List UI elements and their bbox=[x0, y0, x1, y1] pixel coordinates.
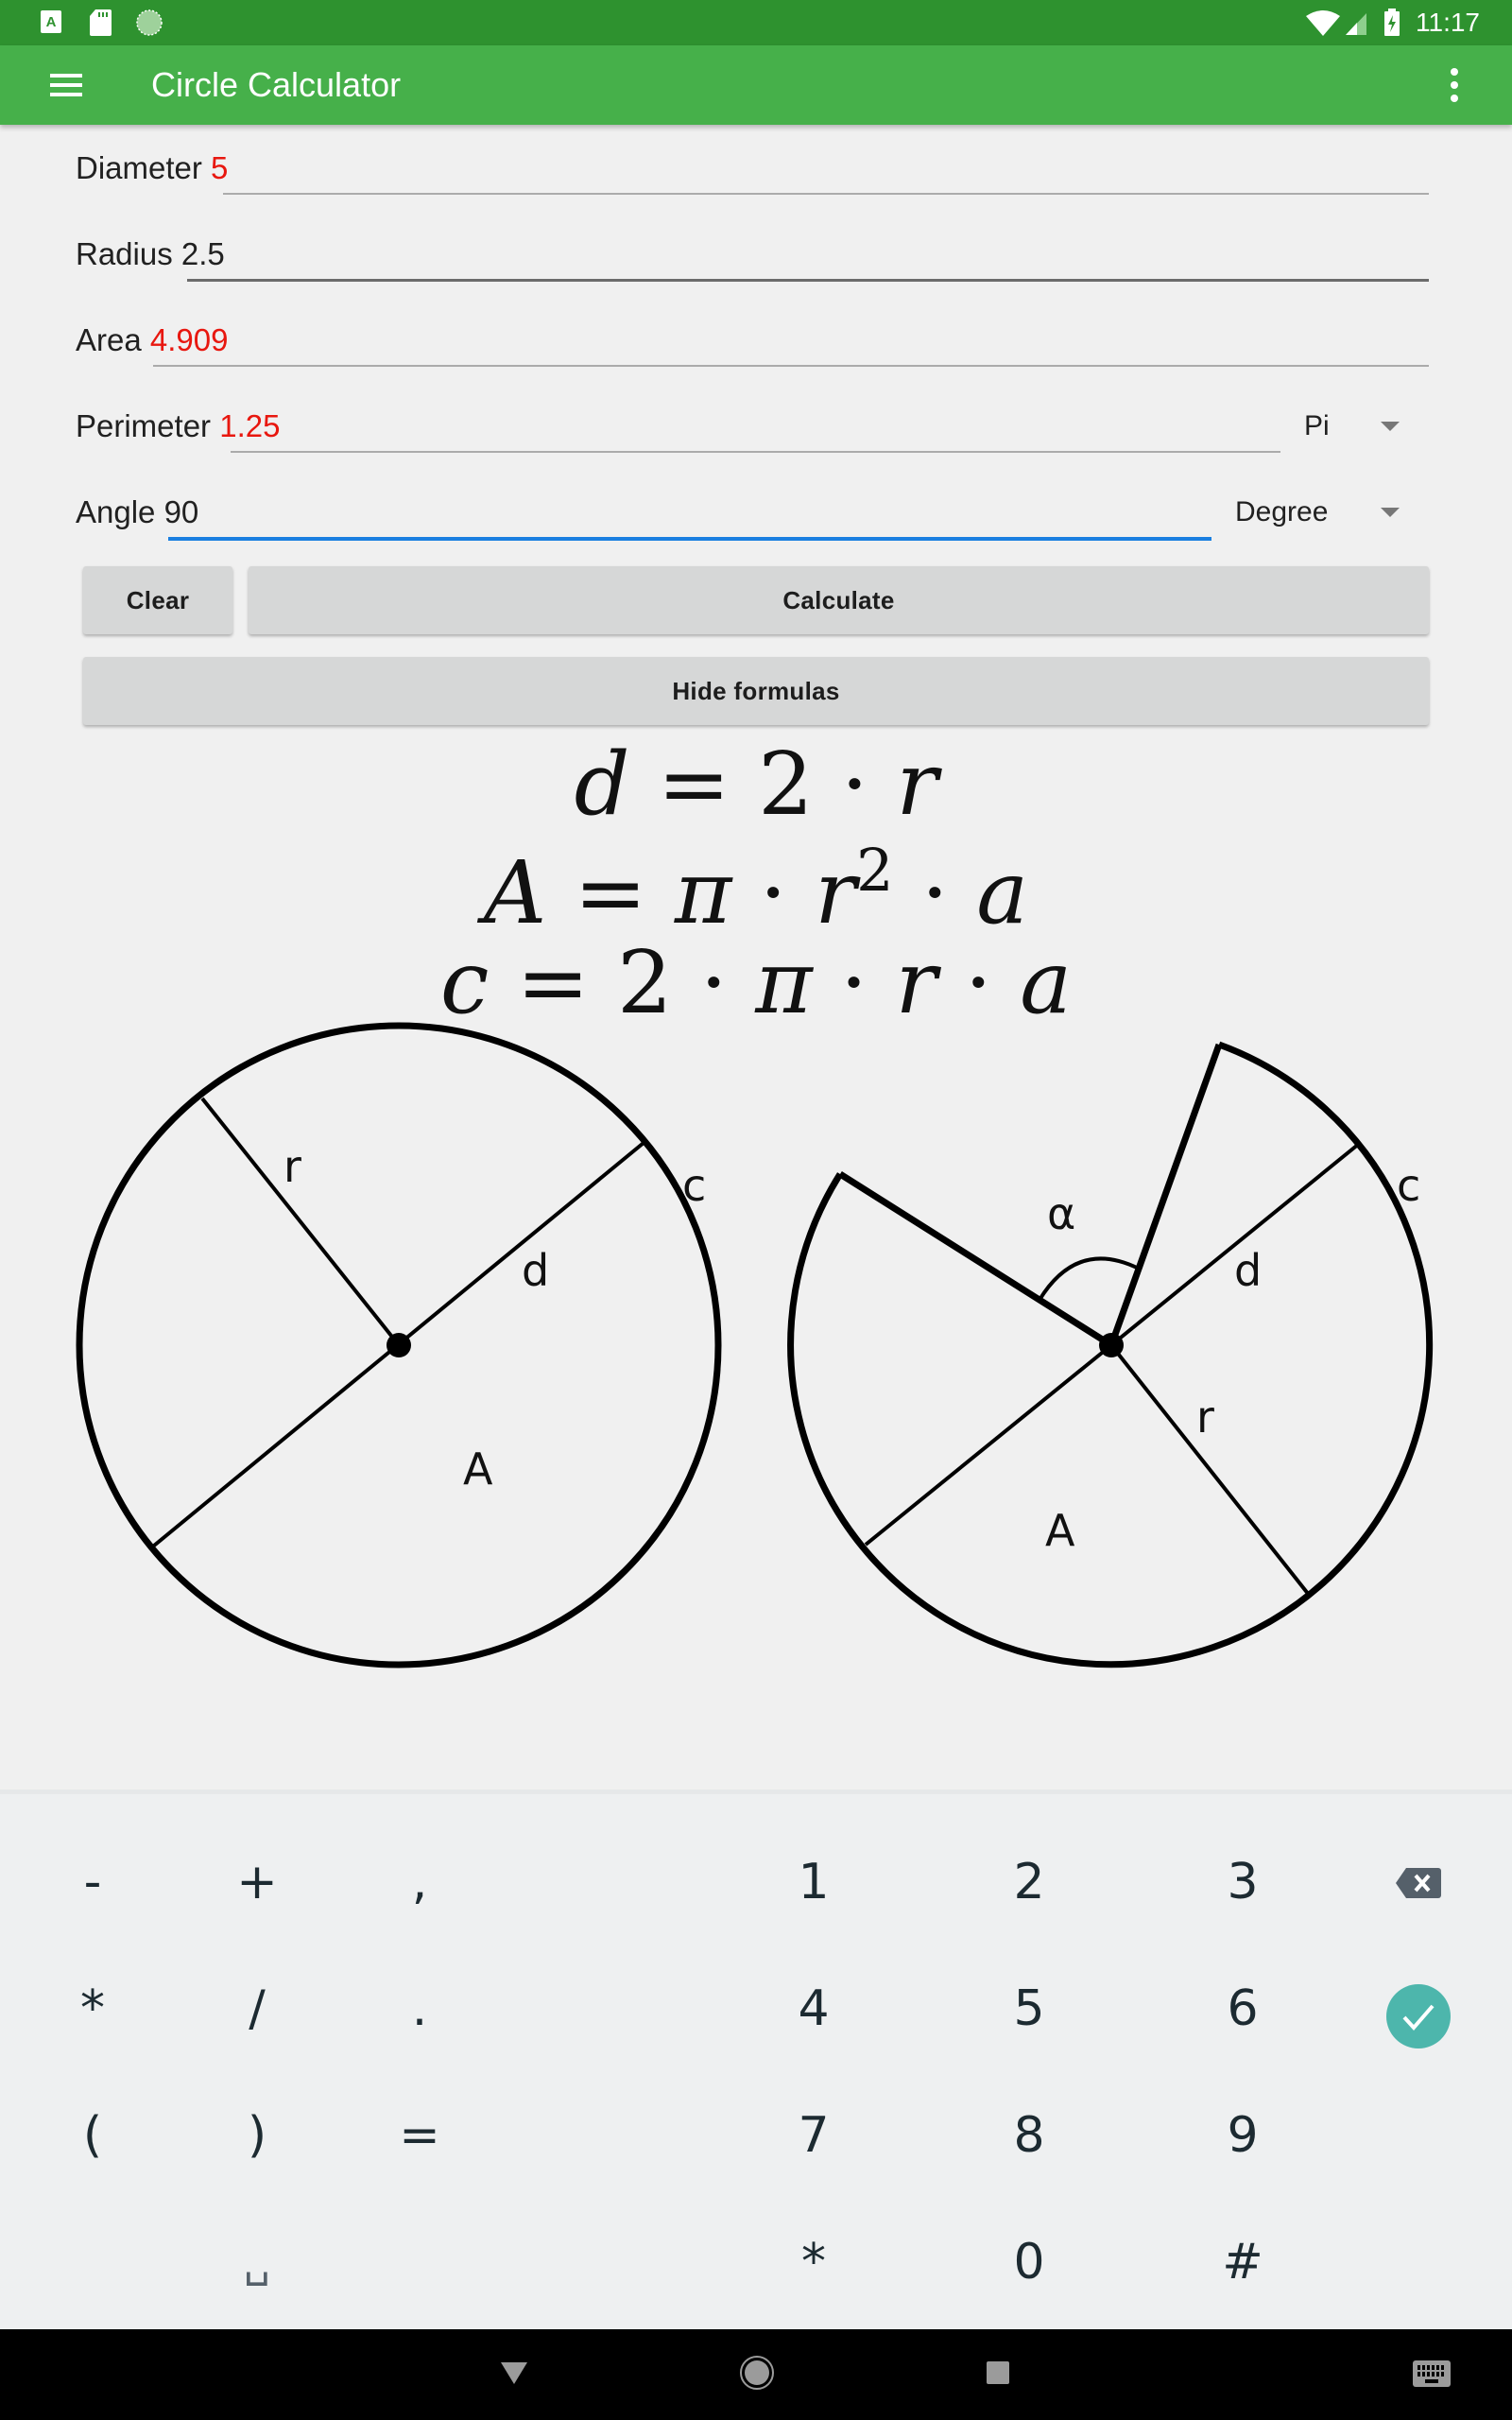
sector-diagram: α d c r A bbox=[787, 1041, 1434, 1668]
calculate-button[interactable]: Calculate bbox=[249, 566, 1429, 634]
label-r: r bbox=[284, 1141, 301, 1192]
key-period[interactable]: . bbox=[363, 1962, 476, 2056]
formula-term: a bbox=[976, 842, 1029, 943]
circle-diagrams: r d c A α d c r A bbox=[76, 1022, 1434, 1668]
battery-charging-icon bbox=[1384, 9, 1400, 36]
formula-term: 2 bbox=[758, 734, 814, 835]
key-5[interactable]: 5 bbox=[972, 1962, 1086, 2056]
label-d: d bbox=[1234, 1245, 1262, 1296]
radius-value[interactable]: 2.5 bbox=[181, 236, 225, 271]
label-c: c bbox=[682, 1160, 706, 1211]
perimeter-value[interactable]: 1.25 bbox=[219, 408, 280, 443]
diameter-value[interactable]: 5 bbox=[211, 150, 228, 185]
radius-field[interactable]: Radius 2.5 bbox=[76, 235, 225, 273]
diameter-label: Diameter bbox=[76, 150, 202, 185]
area-label: Area bbox=[76, 322, 142, 357]
radius-label: Radius bbox=[76, 236, 173, 271]
app-bar: Circle Calculator bbox=[0, 45, 1512, 125]
key-divide[interactable]: / bbox=[200, 1962, 314, 2056]
formula-term: r bbox=[815, 842, 857, 943]
recents-icon[interactable] bbox=[985, 2360, 1011, 2386]
formula-lhs: d bbox=[574, 734, 630, 835]
key-4[interactable]: 4 bbox=[757, 1962, 870, 2056]
sync-icon bbox=[136, 9, 163, 36]
full-circle-diagram: r d c A bbox=[76, 1022, 722, 1668]
angle-value[interactable]: 90 bbox=[164, 494, 199, 529]
key-minus[interactable]: - bbox=[36, 1835, 149, 1929]
keyboard-switch-icon[interactable] bbox=[1412, 2360, 1452, 2388]
perimeter-field[interactable]: Perimeter 1.25 bbox=[76, 407, 280, 445]
key-plus[interactable]: + bbox=[200, 1835, 314, 1929]
chevron-down-icon bbox=[1381, 508, 1400, 517]
label-A: A bbox=[1045, 1505, 1075, 1556]
navigation-bar bbox=[0, 2329, 1512, 2420]
angle-field[interactable]: Angle 90 bbox=[76, 493, 198, 531]
area-underline bbox=[153, 365, 1429, 367]
label-c: c bbox=[1397, 1160, 1420, 1211]
perimeter-unit-value: Pi bbox=[1304, 410, 1330, 441]
radius-line bbox=[1109, 1343, 1311, 1597]
label-d: d bbox=[522, 1245, 549, 1296]
angle-underline-focused bbox=[168, 537, 1211, 541]
angle-arc bbox=[1038, 1256, 1140, 1302]
keyboard-a-icon: A bbox=[41, 10, 61, 33]
key-star[interactable]: * bbox=[757, 2215, 870, 2309]
chevron-down-icon bbox=[1381, 422, 1400, 431]
key-space[interactable]: ␣ bbox=[200, 2215, 314, 2309]
radius-underline bbox=[187, 279, 1429, 282]
key-hash[interactable]: # bbox=[1186, 2215, 1299, 2309]
key-7[interactable]: 7 bbox=[757, 2088, 870, 2183]
backspace-icon[interactable] bbox=[1395, 1866, 1442, 1900]
sd-card-icon bbox=[90, 9, 112, 36]
key-3[interactable]: 3 bbox=[1186, 1835, 1299, 1929]
svg-text:A: A bbox=[46, 14, 57, 30]
center-point bbox=[1099, 1333, 1124, 1357]
check-circle-icon[interactable] bbox=[1385, 1983, 1452, 2049]
key-equals[interactable]: = bbox=[363, 2088, 476, 2183]
angle-unit-value: Degree bbox=[1235, 496, 1329, 527]
diameter-field[interactable]: Diameter 5 bbox=[76, 149, 228, 187]
cell-signal-icon bbox=[1346, 13, 1366, 35]
formula-exponent: 2 bbox=[856, 835, 894, 905]
key-9[interactable]: 9 bbox=[1186, 2088, 1299, 2183]
diameter-underline bbox=[223, 193, 1429, 195]
key-comma[interactable]: , bbox=[363, 1835, 476, 1929]
center-point bbox=[387, 1333, 411, 1357]
key-multiply[interactable]: * bbox=[36, 1962, 149, 2056]
formula-diameter: d = 2 · r bbox=[574, 734, 938, 835]
more-vert-icon[interactable] bbox=[1442, 66, 1467, 104]
home-icon[interactable] bbox=[738, 2354, 776, 2392]
label-alpha: α bbox=[1047, 1188, 1075, 1239]
formula-lhs: A bbox=[483, 842, 547, 943]
wifi-icon bbox=[1306, 10, 1340, 36]
formula-area: A = π · r2 · a bbox=[483, 835, 1029, 943]
perimeter-underline bbox=[231, 451, 1280, 453]
formula-term: π bbox=[674, 842, 732, 943]
area-field[interactable]: Area 4.909 bbox=[76, 321, 228, 359]
area-value[interactable]: 4.909 bbox=[150, 322, 229, 357]
key-1[interactable]: 1 bbox=[757, 1835, 870, 1929]
key-6[interactable]: 6 bbox=[1186, 1962, 1299, 2056]
perimeter-label: Perimeter bbox=[76, 408, 212, 443]
key-0[interactable]: 0 bbox=[972, 2215, 1086, 2309]
status-bar: A 11:17 bbox=[0, 0, 1512, 45]
hamburger-menu-icon[interactable] bbox=[47, 70, 85, 100]
numeric-keyboard: - + , * / . ( ) = ␣ 1 2 3 4 5 6 7 8 9 * … bbox=[0, 1789, 1512, 2329]
back-icon[interactable] bbox=[499, 2360, 529, 2386]
label-A: A bbox=[463, 1443, 493, 1495]
key-8[interactable]: 8 bbox=[972, 2088, 1086, 2183]
key-close-paren[interactable]: ) bbox=[200, 2088, 314, 2183]
key-2[interactable]: 2 bbox=[972, 1835, 1086, 1929]
angle-label: Angle bbox=[76, 494, 156, 529]
key-open-paren[interactable]: ( bbox=[36, 2088, 149, 2183]
app-title: Circle Calculator bbox=[151, 65, 402, 104]
label-r: r bbox=[1196, 1392, 1214, 1443]
radius-line bbox=[200, 1097, 401, 1347]
status-time: 11:17 bbox=[1416, 8, 1480, 37]
clear-button[interactable]: Clear bbox=[83, 566, 232, 634]
hide-formulas-button[interactable]: Hide formulas bbox=[83, 657, 1429, 725]
formula-term: r bbox=[896, 734, 938, 835]
